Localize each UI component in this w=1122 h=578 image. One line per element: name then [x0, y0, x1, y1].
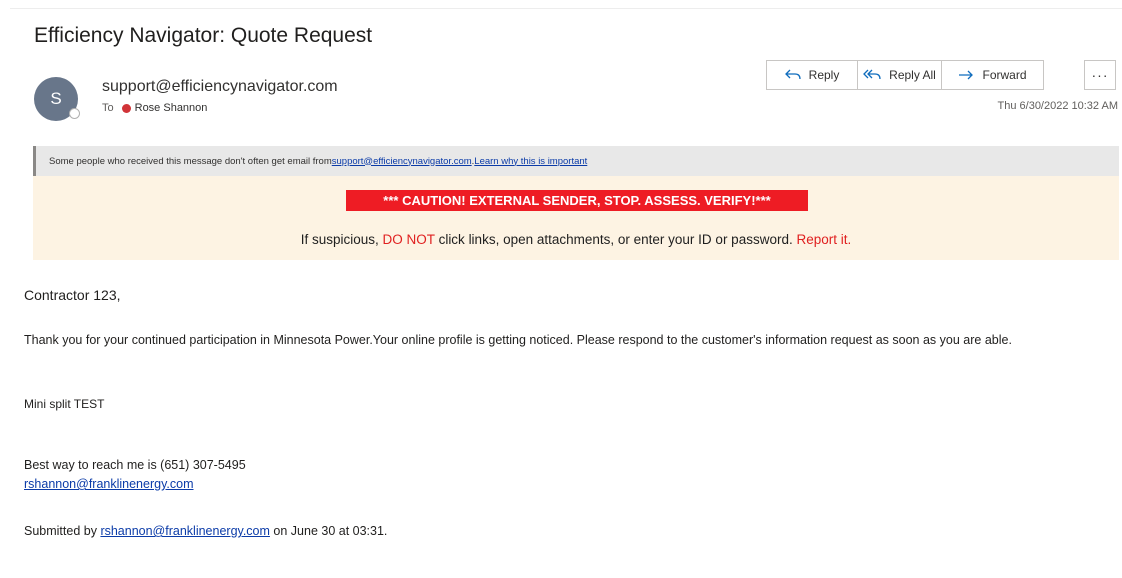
submitted-prefix: Submitted by: [24, 524, 101, 538]
contact-email-link[interactable]: rshannon@franklinenergy.com: [24, 477, 194, 491]
forward-label: Forward: [982, 68, 1027, 82]
submitted-line: Submitted by rshannon@franklinenergy.com…: [24, 524, 387, 538]
body-paragraph: Thank you for your continued participati…: [24, 333, 1012, 347]
recipient-presence-icon: [121, 103, 131, 113]
forward-arrow-icon: [958, 69, 974, 81]
more-actions-button[interactable]: ···: [1084, 60, 1116, 90]
learn-why-link[interactable]: Learn why this is important: [474, 156, 587, 167]
contact-email-line: rshannon@franklinenergy.com: [24, 477, 194, 491]
email-subject: Efficiency Navigator: Quote Request: [34, 24, 373, 47]
reply-all-button[interactable]: Reply All: [858, 60, 942, 90]
warning-middle: click links, open attachments, or enter …: [434, 232, 797, 247]
recipient-line: To Rose Shannon: [102, 102, 207, 114]
reply-all-icon: [863, 69, 881, 81]
submitted-suffix: on June 30 at 03:31.: [269, 524, 388, 538]
reply-button[interactable]: Reply: [766, 60, 858, 90]
presence-status-icon: [69, 108, 80, 119]
warning-prefix: If suspicious,: [300, 232, 383, 247]
report-it-link[interactable]: Report it.: [796, 232, 851, 247]
sender-info-bar: Some people who received this message do…: [33, 146, 1119, 176]
greeting: Contractor 123,: [24, 287, 121, 303]
received-timestamp: Thu 6/30/2022 10:32 AM: [997, 100, 1118, 112]
message-actions: Reply Reply All Forward: [766, 60, 1044, 90]
info-text: Some people who received this message do…: [49, 155, 332, 167]
submitted-by-link[interactable]: rshannon@franklinenergy.com: [100, 524, 270, 538]
more-dots-icon: ···: [1091, 67, 1109, 83]
caution-area: [33, 176, 1119, 260]
to-label: To: [102, 102, 114, 114]
do-not-text: DO NOT: [382, 232, 435, 247]
info-sender-link[interactable]: support@efficiencynavigator.com: [332, 156, 472, 167]
sender-address[interactable]: support@efficiencynavigator.com: [102, 78, 338, 96]
mini-split-line: Mini split TEST: [24, 397, 105, 411]
suspicious-warning: If suspicious, DO NOT click links, open …: [33, 232, 1119, 247]
avatar-initial: S: [50, 89, 62, 108]
reply-arrow-icon: [784, 69, 801, 81]
reply-label: Reply: [808, 68, 840, 82]
reply-all-label: Reply All: [889, 68, 936, 82]
forward-button[interactable]: Forward: [942, 60, 1044, 90]
recipient-name[interactable]: Rose Shannon: [135, 102, 208, 114]
contact-line: Best way to reach me is (651) 307-5495: [24, 458, 246, 472]
top-divider: [10, 8, 1122, 9]
caution-banner: *** CAUTION! EXTERNAL SENDER, STOP. ASSE…: [346, 190, 808, 211]
